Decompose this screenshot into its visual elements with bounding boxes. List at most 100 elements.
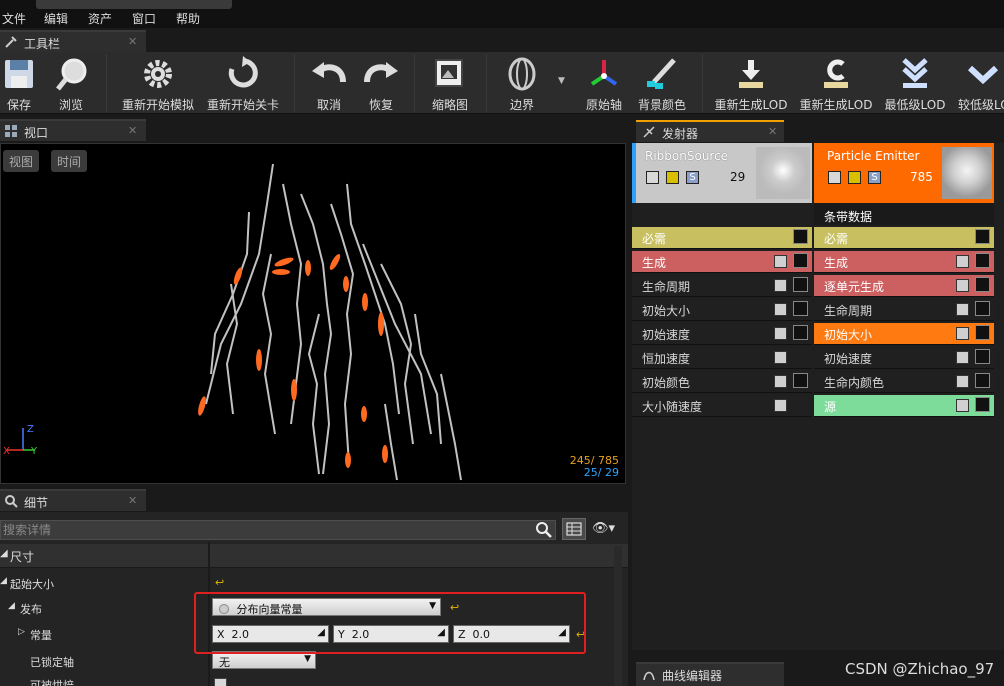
background-color-button[interactable]: 背景颜色 [634,52,690,114]
details-tab[interactable]: 细节 ✕ [0,489,146,511]
module-size-by-speed[interactable]: 大小随速度 [632,395,812,417]
category-row[interactable]: ◢ 尺寸 [0,544,628,568]
details-search-input[interactable] [1,521,555,539]
viewport-tab[interactable]: 视口 ✕ [0,119,146,141]
menu-file[interactable]: 文件 [2,10,26,27]
module-checkbox[interactable] [774,375,787,388]
module-spawn-per-unit[interactable]: 逐单元生成 [814,275,994,297]
curve-graph-icon[interactable] [975,277,990,292]
emitters-tab[interactable]: 发射器 ✕ [636,120,784,142]
module-checkbox[interactable] [774,303,787,316]
search-icon [5,495,18,508]
lowest-lod-button[interactable]: 最低级LOD [882,52,948,114]
curve-graph-icon[interactable] [793,229,808,244]
close-icon[interactable]: ✕ [768,125,777,138]
particle-viewport[interactable]: 视图 时间 Z X Y 245/ 785 25/ 29 [0,143,626,484]
reset-icon[interactable]: ↩ [215,576,224,589]
close-icon[interactable]: ✕ [128,124,137,137]
curve-graph-icon[interactable] [975,397,990,412]
eye-icon[interactable]: 👁▾ [592,521,615,536]
emitter-thumbnail [756,147,810,199]
module-required[interactable]: 必需 [632,227,812,249]
module-checkbox[interactable] [956,399,969,412]
regen-lod-button-1[interactable]: 重新生成LOD [714,52,788,114]
curve-graph-icon[interactable] [975,349,990,364]
curve-graph-icon[interactable] [975,253,990,268]
module-checkbox[interactable] [774,279,787,292]
curve-graph-icon[interactable] [975,325,990,340]
origin-axis-button[interactable]: 原始轴 [582,52,626,114]
curve-graph-icon[interactable] [975,229,990,244]
search-icon[interactable] [535,521,553,539]
module-checkbox[interactable] [956,303,969,316]
close-icon[interactable]: ✕ [128,35,137,48]
thumbnail-button[interactable]: 缩略图 [428,52,472,114]
emitter-name: Particle Emitter [827,149,920,163]
module-checkbox[interactable] [774,327,787,340]
restart-simulation-button[interactable]: 重新开始模拟 [118,52,198,114]
module-checkbox[interactable] [774,255,787,268]
document-tab[interactable] [36,0,232,9]
curve-graph-icon[interactable] [975,301,990,316]
module-checkbox[interactable] [956,351,969,364]
menu-help[interactable]: 帮助 [176,10,200,27]
curve-graph-icon[interactable] [793,373,808,388]
module-checkbox[interactable] [774,399,787,412]
module-spawn[interactable]: 生成 [632,251,812,273]
module-spawn[interactable]: 生成 [814,251,994,273]
module-source[interactable]: 源 [814,395,994,417]
curve-icon [643,671,655,681]
restart-level-button[interactable]: 重新开始关卡 [204,52,282,114]
module-initial-velocity[interactable]: 初始速度 [814,347,994,369]
module-initial-size[interactable]: 初始大小 [632,299,812,321]
chevron-down-icon[interactable]: ▼ [558,76,565,86]
module-initial-color[interactable]: 初始颜色 [632,371,812,393]
enable-checkbox[interactable] [828,171,841,184]
module-required[interactable]: 必需 [814,227,994,249]
curve-graph-icon[interactable] [793,325,808,340]
property-matrix-button[interactable] [562,518,586,540]
toolbar-tab-title: 工具栏 [24,37,61,51]
module-checkbox[interactable] [956,327,969,340]
module-checkbox[interactable] [774,351,787,364]
module-initial-velocity[interactable]: 初始速度 [632,323,812,345]
curve-editor-tab[interactable]: 曲线编辑器 [636,662,784,686]
menu-asset[interactable]: 资产 [88,10,112,27]
save-button[interactable]: 保存 [0,52,38,114]
lower-lod-button[interactable]: 较低级LOD [954,52,1004,114]
undo-button[interactable]: 取消 [308,52,350,114]
menu-window[interactable]: 窗口 [132,10,156,27]
s-icon[interactable]: S [868,171,881,184]
enable-checkbox[interactable] [646,171,659,184]
grid-icon [5,125,17,137]
module-checkbox[interactable] [956,279,969,292]
regen-lod-button-2[interactable]: 重新生成LOD [798,52,874,114]
bounds-button[interactable]: 边界 [500,52,544,114]
s-icon[interactable]: S [686,171,699,184]
module-checkbox[interactable] [956,375,969,388]
solo-icon[interactable] [848,171,861,184]
module-color-over-life[interactable]: 生命内颜色 [814,371,994,393]
can-be-baked-checkbox[interactable] [214,678,227,686]
browse-button[interactable]: 浏览 [50,52,92,114]
curve-graph-icon[interactable] [793,253,808,268]
module-const-acceleration[interactable]: 恒加速度 [632,347,812,369]
emitter-header[interactable]: Particle Emitter S 785 [814,143,994,203]
emitter-icon [643,126,655,138]
curve-graph-icon[interactable] [975,373,990,388]
redo-button[interactable]: 恢复 [360,52,402,114]
module-type-data[interactable]: 条带数据 [814,203,994,225]
curve-graph-icon[interactable] [793,277,808,292]
module-lifetime[interactable]: 生命周期 [814,299,994,321]
curve-graph-icon[interactable] [793,301,808,316]
toolbar-tab[interactable]: 工具栏 ✕ [0,30,146,52]
toolbar: 保存 浏览 重新开始模拟 重新开始关卡 取消 恢复 缩略图 边界 ▼ 原始轴 背… [0,52,1004,114]
menu-edit[interactable]: 编辑 [44,10,68,27]
solo-icon[interactable] [666,171,679,184]
emitter-header[interactable]: RibbonSource S 29 [632,143,812,203]
module-lifetime[interactable]: 生命周期 [632,275,812,297]
details-scrollbar[interactable] [614,546,622,686]
close-icon[interactable]: ✕ [128,494,137,507]
module-initial-size-selected[interactable]: 初始大小 [814,323,994,345]
module-checkbox[interactable] [956,255,969,268]
